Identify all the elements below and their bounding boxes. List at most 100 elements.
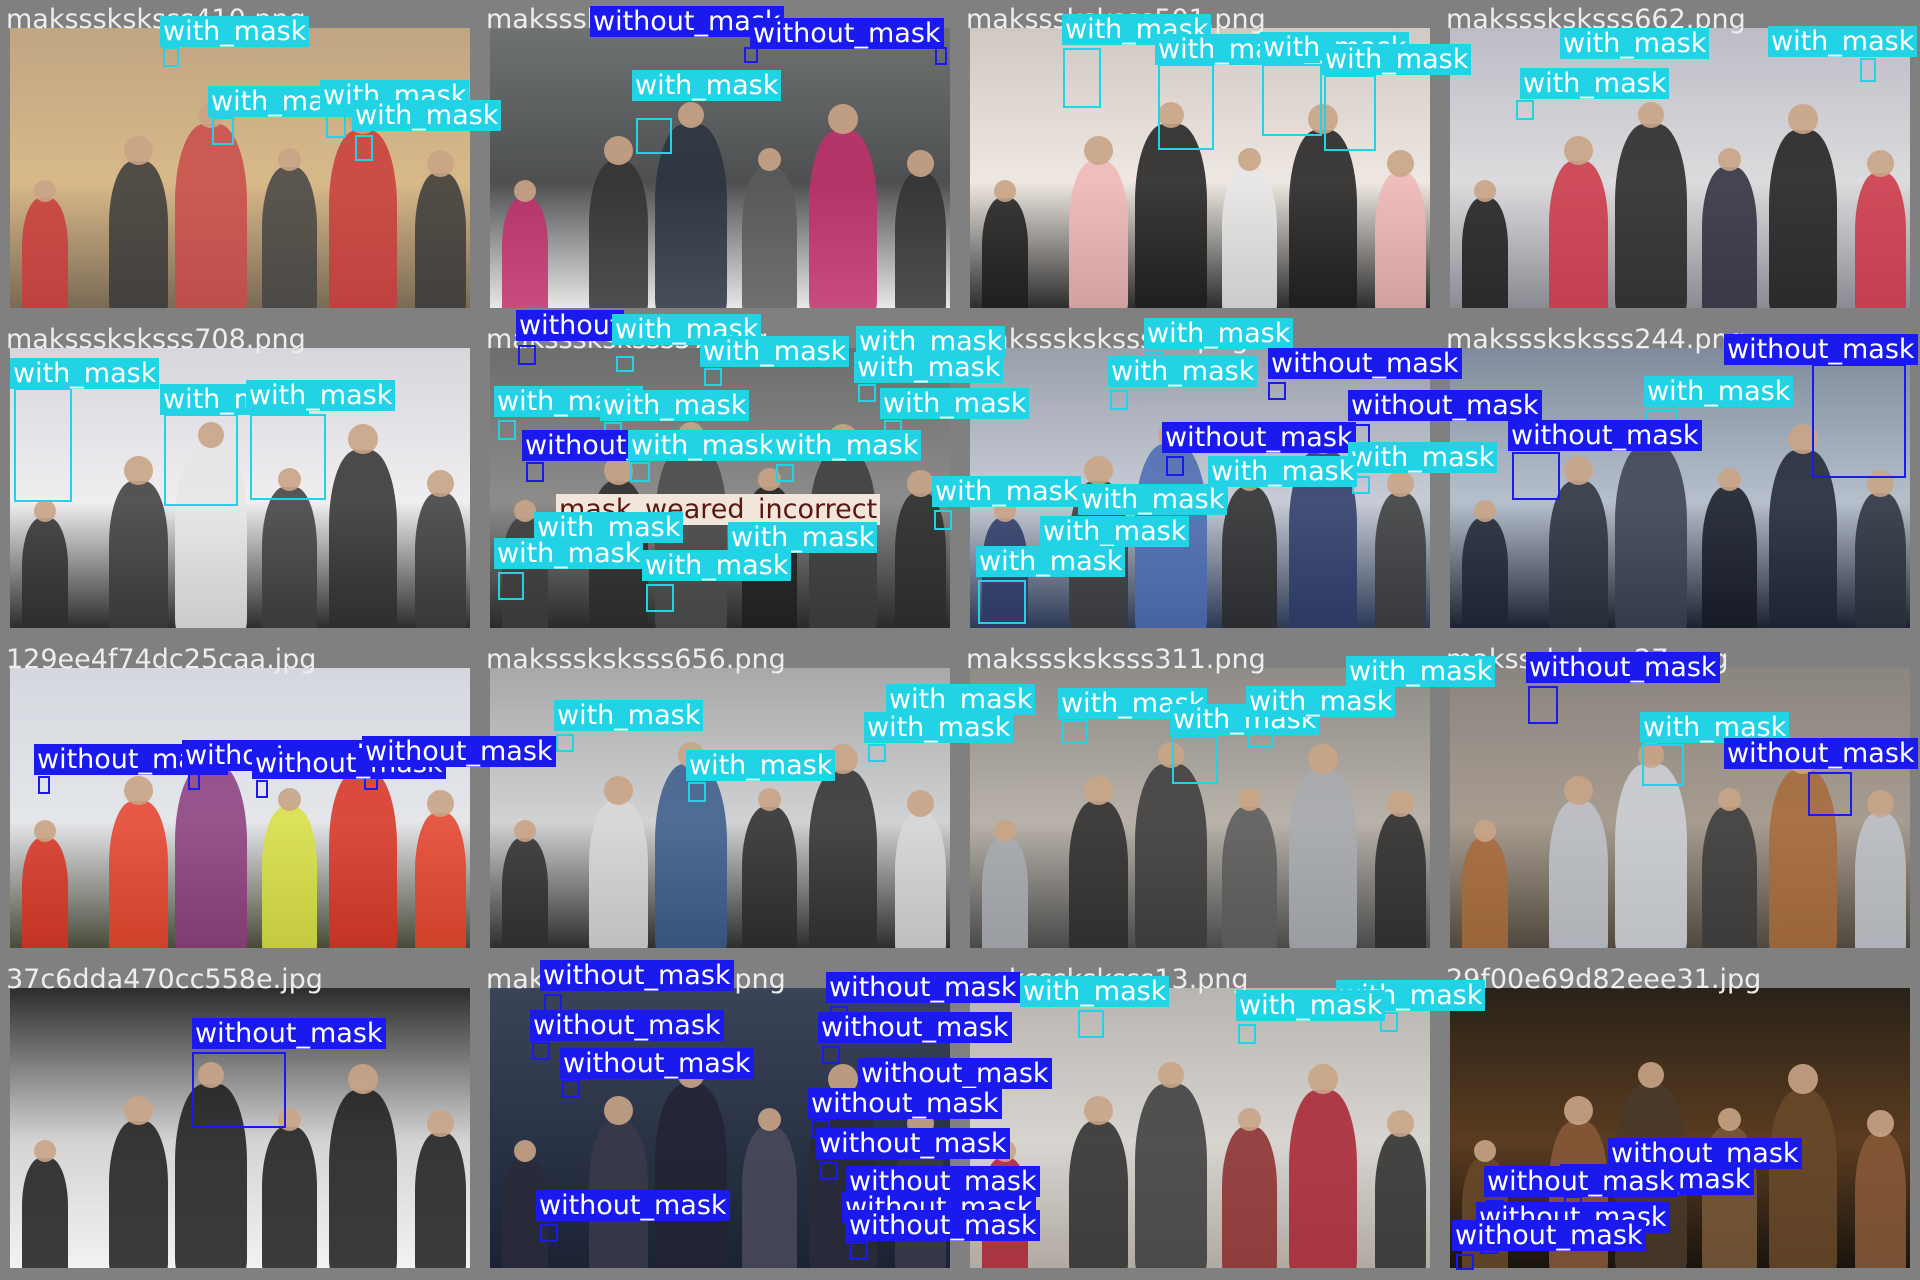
- bbox-without_mask: [850, 1242, 868, 1260]
- label-without_mask: without_mask: [1452, 1220, 1646, 1251]
- label-with_mask: with_mask: [1020, 976, 1170, 1007]
- bbox-with_mask: [163, 47, 179, 67]
- bbox-without_mask: [1166, 456, 1184, 476]
- bbox-without_mask: [1808, 772, 1852, 816]
- bbox-without_mask: [192, 1052, 286, 1128]
- bbox-with_mask: [978, 580, 1026, 624]
- label-with_mask: with_mask: [600, 390, 750, 421]
- bbox-without_mask: [532, 1042, 550, 1060]
- detection-mosaic-grid: maksssksksss410.pngmaksssksksss35.pngmak…: [0, 0, 1920, 1280]
- label-without_mask: without_mask: [1162, 422, 1356, 453]
- bbox-with_mask: [1110, 390, 1128, 410]
- bbox-with_mask: [616, 356, 634, 372]
- bbox-without_mask: [518, 345, 536, 365]
- label-without_mask: without_mask: [1484, 1166, 1678, 1197]
- label-with_mask: with_mask: [1520, 68, 1670, 99]
- label-with_mask: with_mask: [864, 712, 1014, 743]
- label-with_mask: with_mask: [854, 352, 1004, 383]
- bbox-with_mask: [1324, 75, 1376, 151]
- label-without_mask: without_mask: [1526, 652, 1720, 683]
- label-with_mask: with_mask: [880, 388, 1030, 419]
- label-without_mask: without_mask: [540, 960, 734, 991]
- label-without_mask: without_mask: [826, 972, 1020, 1003]
- label-with_mask: with_mask: [1346, 656, 1496, 687]
- label-with_mask: with_mask: [932, 476, 1082, 507]
- label-with_mask: with_mask: [1348, 442, 1498, 473]
- bbox-with_mask: [868, 744, 886, 762]
- label-with_mask: with_mask: [1108, 356, 1258, 387]
- label-with_mask: with_mask: [700, 336, 850, 367]
- bbox-with_mask: [630, 462, 650, 482]
- bbox-without_mask: [820, 1162, 838, 1180]
- label-without_mask: without_mask: [1508, 420, 1702, 451]
- label-without_mask: without_mask: [818, 1012, 1012, 1043]
- bbox-without_mask: [1812, 364, 1906, 478]
- bbox-with_mask: [1860, 58, 1876, 82]
- bbox-without_mask: [1456, 1254, 1474, 1270]
- label-without_mask: without_mask: [750, 18, 944, 49]
- label-with_mask: with_mask: [886, 684, 1036, 715]
- detections-overlay: with_mask with_mask with_mask with_mask with…: [0, 0, 1920, 1280]
- label-with_mask: with_mask: [554, 700, 704, 731]
- label-with_mask: with_mask: [1078, 484, 1228, 515]
- label-with_mask: with_mask: [772, 430, 922, 461]
- bbox-with_mask: [498, 572, 524, 600]
- bbox-without_mask: [540, 1224, 558, 1242]
- bbox-without_mask: [38, 776, 50, 794]
- bbox-with_mask: [1238, 1024, 1256, 1044]
- label-with_mask: with_mask: [728, 522, 878, 553]
- bbox-without_mask: [562, 1080, 580, 1098]
- label-with_mask: with_mask: [494, 538, 644, 569]
- label-with_mask: with_mask: [1768, 26, 1918, 57]
- bbox-with_mask: [688, 782, 706, 802]
- bbox-with_mask: [636, 118, 672, 154]
- label-without_mask: without_mask: [560, 1048, 754, 1079]
- bbox-with_mask: [1063, 48, 1101, 108]
- label-with_mask: with_mask: [1208, 456, 1358, 487]
- bbox-with_mask: [556, 734, 574, 752]
- bbox-with_mask: [1078, 1010, 1104, 1038]
- bbox-with_mask: [776, 464, 794, 482]
- label-without_mask: without_mask: [536, 1190, 730, 1221]
- label-with_mask: with_mask: [628, 430, 778, 461]
- label-with_mask: with_mask: [10, 358, 160, 389]
- label-with_mask: with_mask: [1144, 318, 1294, 349]
- bbox-without_mask: [1528, 686, 1558, 724]
- label-without_mask: without_mask: [192, 1018, 386, 1049]
- bbox-without_mask: [1512, 452, 1560, 500]
- bbox-with_mask: [1158, 64, 1214, 150]
- bbox-with_mask: [704, 368, 722, 386]
- label-with_mask: with_mask: [1560, 28, 1710, 59]
- label-with_mask: with_mask: [1322, 44, 1472, 75]
- bbox-with_mask: [1642, 744, 1684, 786]
- label-with_mask: with_mask: [1040, 516, 1190, 547]
- label-without_mask: without_mask: [1724, 738, 1918, 769]
- label-with_mask: with_mask: [632, 70, 782, 101]
- label-with_mask: with_mask: [976, 546, 1126, 577]
- bbox-without_mask: [526, 462, 544, 482]
- bbox-without_mask: [935, 47, 947, 65]
- bbox-with_mask: [1516, 100, 1534, 120]
- label-without_mask: without_mask: [1724, 334, 1918, 365]
- bbox-with_mask: [1172, 736, 1218, 784]
- bbox-with_mask: [355, 135, 373, 161]
- label-with_mask: with_mask: [642, 550, 792, 581]
- label-without_mask: without_mask: [1268, 348, 1462, 379]
- bbox-without_mask: [256, 780, 268, 798]
- label-without_mask: without_mask: [846, 1210, 1040, 1241]
- label-with_mask: with_mask: [1246, 686, 1396, 717]
- bbox-with_mask: [212, 117, 234, 145]
- label-without_mask: without: [516, 310, 624, 341]
- label-without_mask: without_mask: [1348, 390, 1542, 421]
- label-with_mask: with_mask: [352, 100, 502, 131]
- bbox-with_mask: [498, 420, 516, 440]
- label-without_mask: without_mask: [858, 1058, 1052, 1089]
- bbox-with_mask: [164, 414, 238, 506]
- label-without_mask: without_mask: [816, 1128, 1010, 1159]
- bbox-with_mask: [1062, 720, 1088, 744]
- bbox-without_mask: [822, 1046, 840, 1064]
- bbox-with_mask: [1262, 64, 1322, 136]
- bbox-without_mask: [744, 47, 758, 63]
- label-with_mask: with_mask: [1236, 990, 1386, 1021]
- label-without_mask: without_mask: [808, 1088, 1002, 1119]
